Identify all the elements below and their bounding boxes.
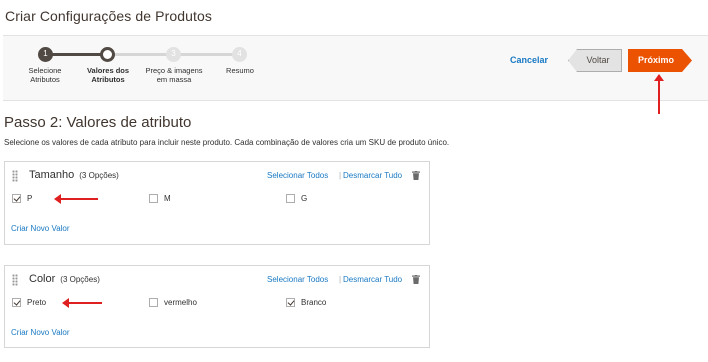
checkbox-unchecked[interactable]	[286, 194, 295, 203]
trash-icon[interactable]	[412, 171, 420, 180]
option-label: vermelho	[164, 298, 197, 307]
link-separator: |	[339, 171, 342, 180]
attribute-option-count: (3 Opções)	[60, 275, 100, 284]
drag-handle-icon[interactable]	[12, 170, 18, 182]
step-4-dot: 4	[232, 47, 247, 62]
next-button[interactable]: Próximo	[628, 49, 692, 72]
select-all-link[interactable]: Selecionar Todos	[267, 275, 328, 284]
cancel-button[interactable]: Cancelar	[510, 55, 548, 65]
link-separator: |	[339, 275, 342, 284]
option-label: M	[164, 194, 171, 203]
step-4-label: Resumo	[226, 66, 254, 75]
option-label: Preto	[27, 298, 47, 307]
checkbox-checked[interactable]	[286, 298, 295, 307]
attribute-name: Tamanho	[29, 169, 75, 181]
step-2-dot[interactable]	[100, 47, 115, 62]
create-new-value-link[interactable]: Criar Novo Valor	[11, 224, 70, 233]
attribute-title: Color (3 Opções)	[29, 273, 100, 285]
annotation-arrow-up	[654, 74, 664, 114]
create-new-value-link[interactable]: Criar Novo Valor	[11, 328, 70, 337]
checkbox-checked[interactable]	[12, 298, 21, 307]
page-title: Criar Configurações de Produtos	[5, 8, 212, 24]
checkbox-unchecked[interactable]	[149, 194, 158, 203]
step-3-label: Preço & imagens em massa	[145, 66, 203, 84]
option-label: P	[27, 194, 33, 203]
deselect-all-link[interactable]: Desmarcar Tudo	[343, 275, 402, 284]
attribute-title: Tamanho (3 Opções)	[29, 169, 119, 181]
attribute-option-count: (3 Opções)	[79, 171, 119, 180]
step-title: Passo 2: Valores de atributo	[4, 114, 192, 131]
checkbox-checked[interactable]	[12, 194, 21, 203]
attribute-name: Color	[29, 273, 56, 285]
step-2-label[interactable]: Valores dos Atributos	[78, 66, 138, 84]
annotation-arrow-left	[54, 194, 98, 204]
step-description: Selecione os valores de cada atributo pa…	[4, 138, 450, 147]
checkbox-unchecked[interactable]	[149, 298, 158, 307]
drag-handle-icon[interactable]	[12, 274, 18, 286]
deselect-all-link[interactable]: Desmarcar Tudo	[343, 171, 402, 180]
option-label: G	[301, 194, 308, 203]
step-3-dot: 3	[166, 47, 181, 62]
attribute-panel-tamanho: Tamanho (3 Opções) Selecionar Todos | Des…	[4, 161, 430, 245]
back-button-label: Voltar	[586, 55, 610, 65]
wizard-steps: 1 3 4 Selecione Atributos Valores dos At…	[3, 36, 273, 102]
progress-track-done	[45, 53, 107, 56]
option-label: Branco	[301, 298, 327, 307]
step-1-label[interactable]: Selecione Atributos	[15, 66, 75, 84]
select-all-link[interactable]: Selecionar Todos	[267, 171, 328, 180]
annotation-arrow-left	[62, 298, 102, 308]
trash-icon[interactable]	[412, 275, 420, 284]
back-button[interactable]: Voltar	[568, 49, 622, 72]
step-1-dot[interactable]: 1	[38, 47, 53, 62]
